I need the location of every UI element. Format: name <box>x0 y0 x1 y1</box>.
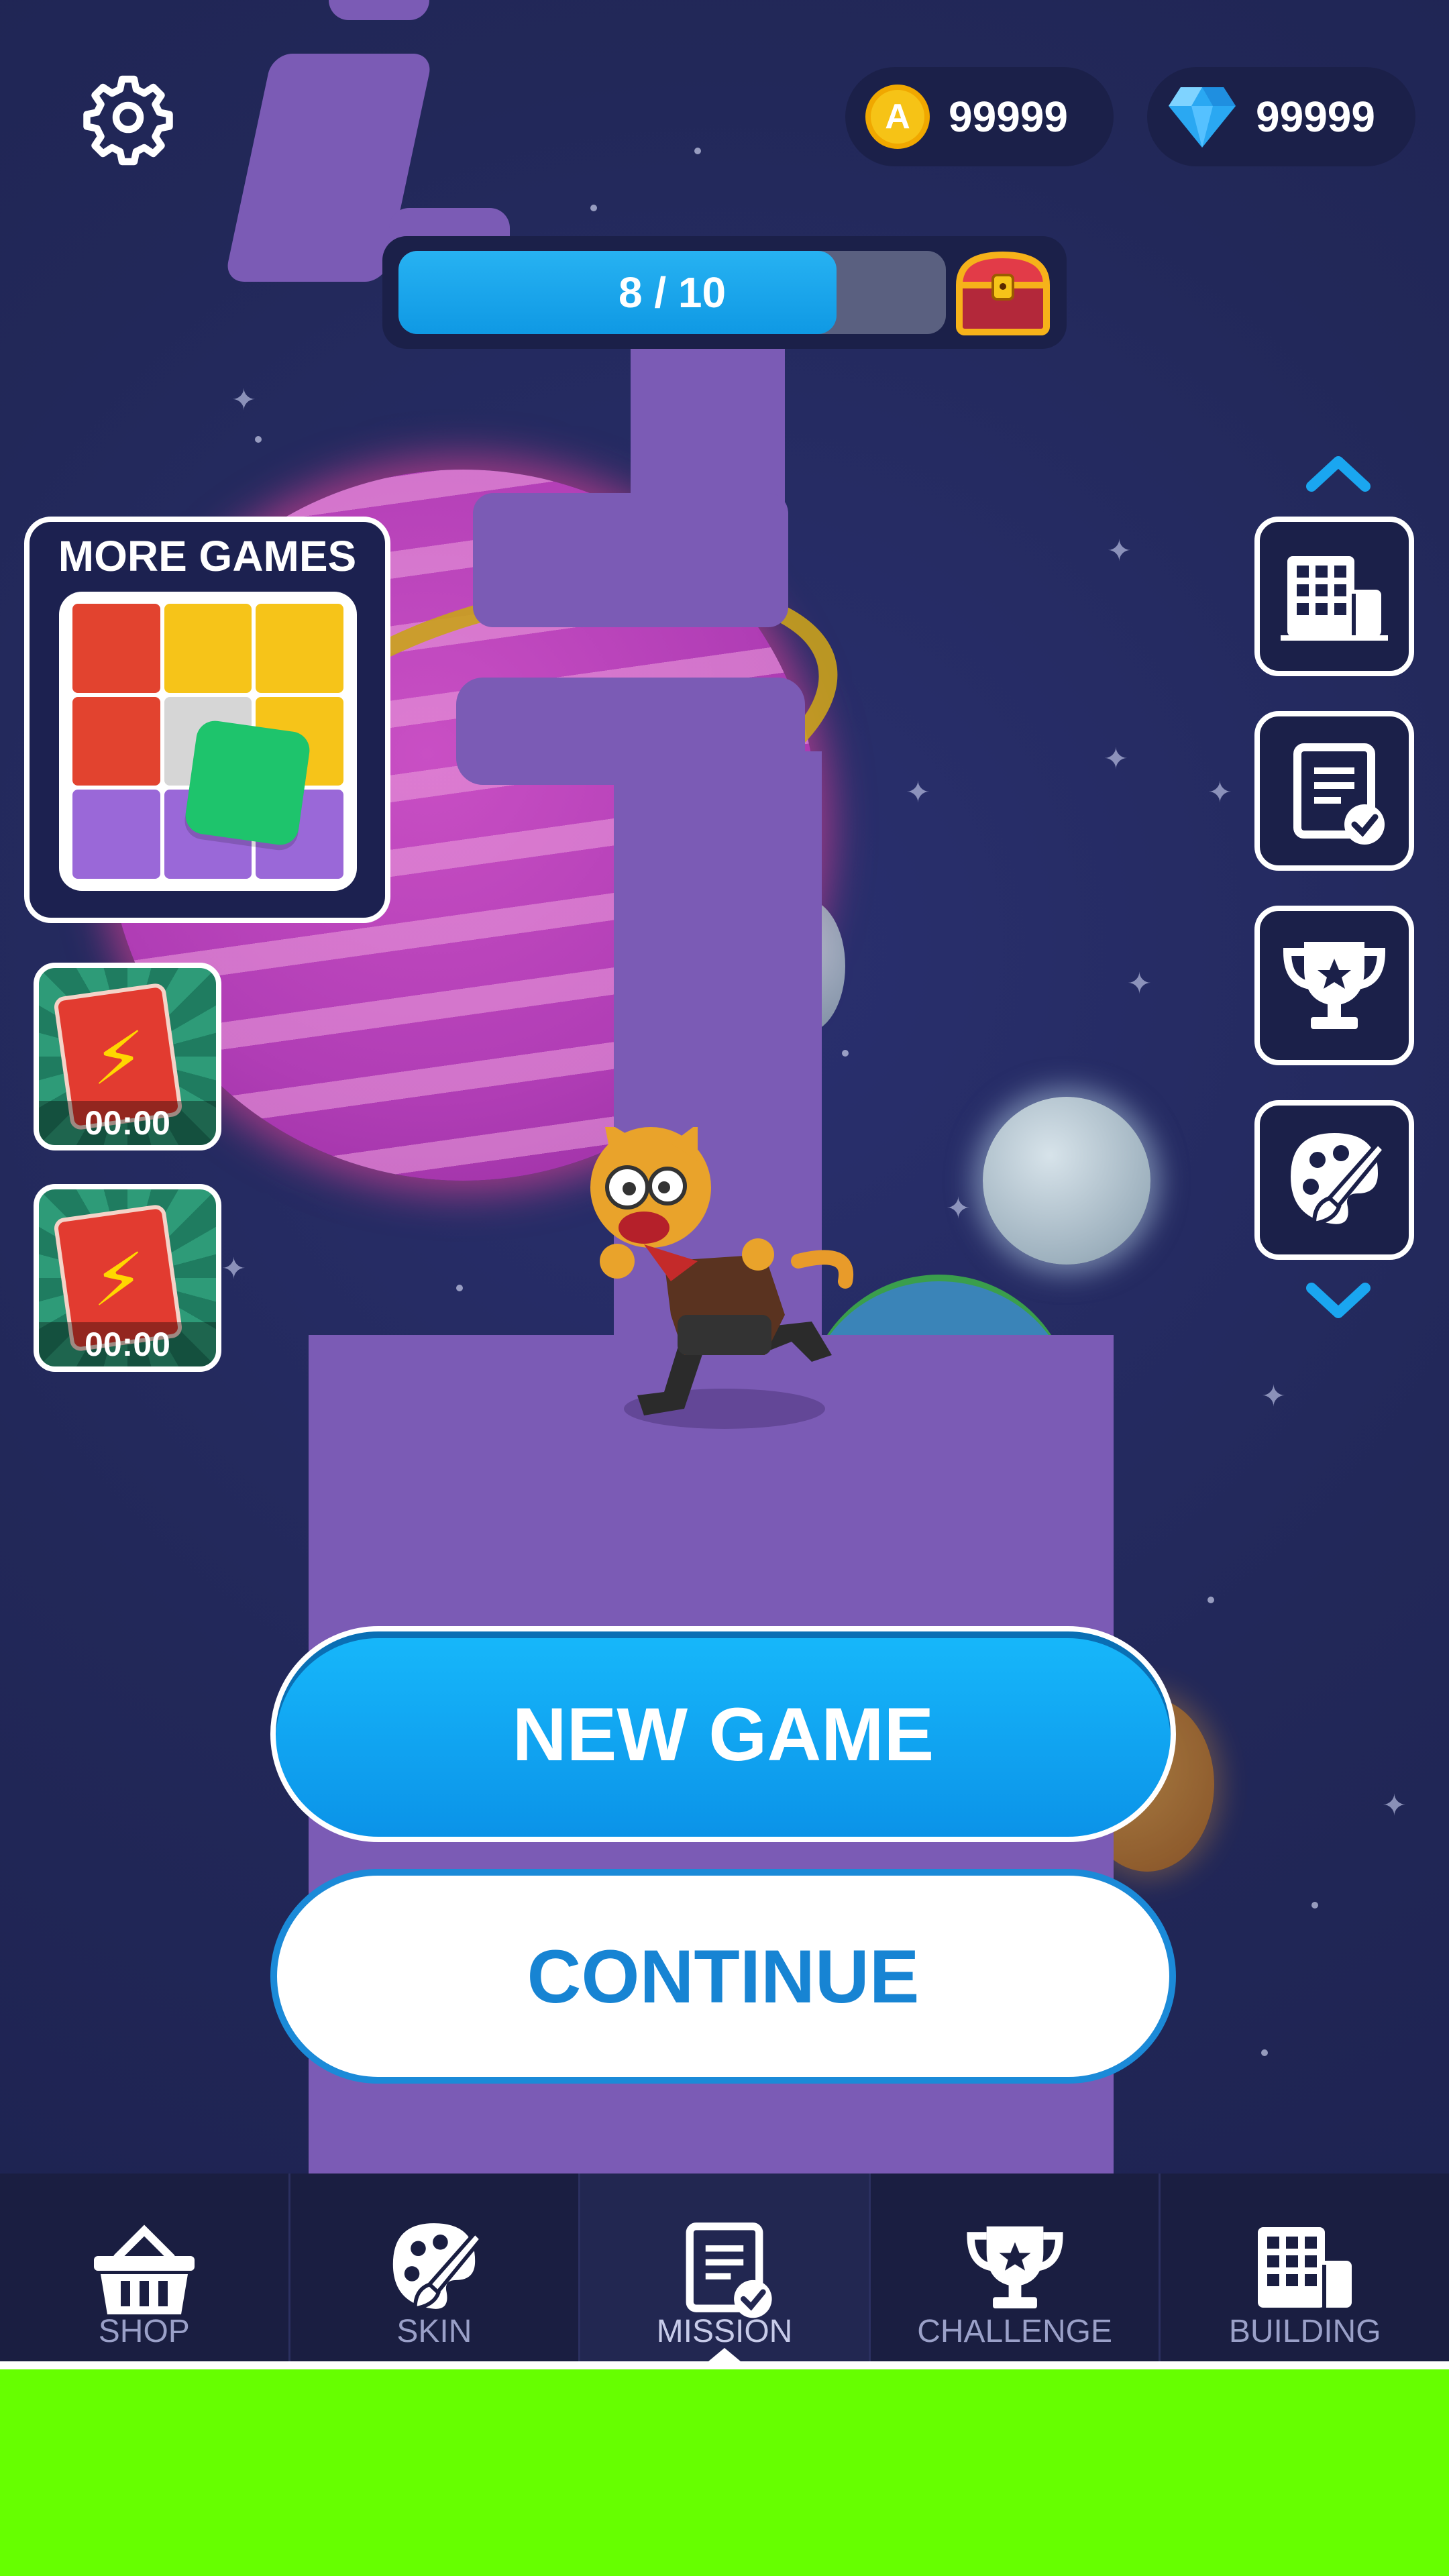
path-segment <box>329 0 429 20</box>
bottom-green-area <box>0 2369 1449 2576</box>
moon <box>983 1097 1150 1265</box>
chevron-up-icon[interactable] <box>1305 449 1372 496</box>
star: ✦ <box>1127 967 1152 1001</box>
more-games-title: MORE GAMES <box>58 532 357 580</box>
mission-icon <box>686 2222 772 2318</box>
coin-counter[interactable]: A 99999 <box>845 67 1114 166</box>
side-building-button[interactable] <box>1254 517 1414 676</box>
star-dot <box>1208 1597 1214 1603</box>
more-games-panel[interactable]: MORE GAMES <box>24 517 390 923</box>
nav-mission[interactable]: MISSION <box>580 2174 871 2368</box>
grid-cell <box>256 604 343 693</box>
star: ✦ <box>906 775 930 810</box>
side-mission-button[interactable] <box>1254 711 1414 871</box>
lightning-icon: ⚡ <box>93 1016 145 1102</box>
continue-button[interactable]: CONTINUE <box>270 1869 1176 2084</box>
building-icon <box>1281 556 1388 641</box>
boost-timer: 00:00 <box>39 1322 216 1366</box>
boost-card-2[interactable]: ⚡ 00:00 <box>34 1184 221 1372</box>
nav-label: MISSION <box>656 2314 793 2349</box>
bottom-nav: SHOP SKIN MISSION CHALLENGE BUILDING <box>0 2174 1449 2368</box>
grid-cell <box>72 790 160 879</box>
boost-card-1[interactable]: ⚡ 00:00 <box>34 963 221 1150</box>
coin-value: 99999 <box>949 93 1068 141</box>
star-dot <box>694 148 701 154</box>
palette-icon <box>1291 1133 1388 1226</box>
building-icon <box>1258 2227 1352 2308</box>
nav-label: CHALLENGE <box>917 2314 1112 2349</box>
palette-icon <box>393 2223 484 2311</box>
nav-label: BUILDING <box>1228 2314 1381 2349</box>
trophy-icon <box>967 2226 1063 2309</box>
star-dot <box>590 205 597 211</box>
path-segment <box>473 493 788 627</box>
diamond-icon <box>1169 87 1236 148</box>
star: ✦ <box>1261 1379 1286 1413</box>
progress-text: 8 / 10 <box>618 268 727 317</box>
grid-cell <box>164 604 252 693</box>
new-game-button[interactable]: NEW GAME <box>270 1626 1176 1842</box>
boost-timer: 00:00 <box>39 1101 216 1145</box>
trophy-icon <box>1283 942 1386 1029</box>
nav-label: SKIN <box>396 2314 472 2349</box>
star-dot <box>842 1050 849 1057</box>
star: ✦ <box>946 1191 971 1226</box>
nav-building[interactable]: BUILDING <box>1161 2174 1449 2368</box>
star: ✦ <box>1208 775 1232 810</box>
star: ✦ <box>1107 534 1132 568</box>
nav-bottom-line <box>0 2361 1449 2369</box>
gem-value: 99999 <box>1256 93 1375 141</box>
grid-cell <box>72 604 160 693</box>
side-trophy-button[interactable] <box>1254 906 1414 1065</box>
coin-icon: A <box>865 85 930 149</box>
star: ✦ <box>1382 1788 1407 1823</box>
nav-challenge[interactable]: CHALLENGE <box>871 2174 1161 2368</box>
star: ✦ <box>221 1252 246 1286</box>
gear-icon <box>83 75 173 166</box>
nav-skin[interactable]: SKIN <box>290 2174 581 2368</box>
treasure-chest-icon[interactable] <box>953 248 1053 335</box>
star-dot <box>255 436 262 443</box>
grid-cell <box>72 696 160 786</box>
more-games-board <box>59 592 357 891</box>
star-dot <box>1311 1902 1318 1909</box>
basket-icon <box>93 2224 195 2314</box>
gem-counter[interactable]: 99999 <box>1147 67 1415 166</box>
nav-label: SHOP <box>98 2314 190 2349</box>
star-dot <box>456 1285 463 1291</box>
level-progress: 8 / 10 <box>382 236 1067 349</box>
star: ✦ <box>231 383 256 417</box>
star-dot <box>1261 2049 1268 2056</box>
side-skin-button[interactable] <box>1254 1100 1414 1260</box>
mission-icon <box>1293 743 1385 845</box>
settings-button[interactable] <box>78 67 178 168</box>
coin-symbol: A <box>885 97 910 136</box>
cat-character <box>590 1127 854 1429</box>
green-block-piece <box>182 718 313 848</box>
lightning-icon: ⚡ <box>93 1237 145 1323</box>
nav-shop[interactable]: SHOP <box>0 2174 290 2368</box>
chevron-down-icon[interactable] <box>1305 1278 1372 1325</box>
progress-bar: 8 / 10 <box>398 251 946 334</box>
star: ✦ <box>1104 742 1128 776</box>
